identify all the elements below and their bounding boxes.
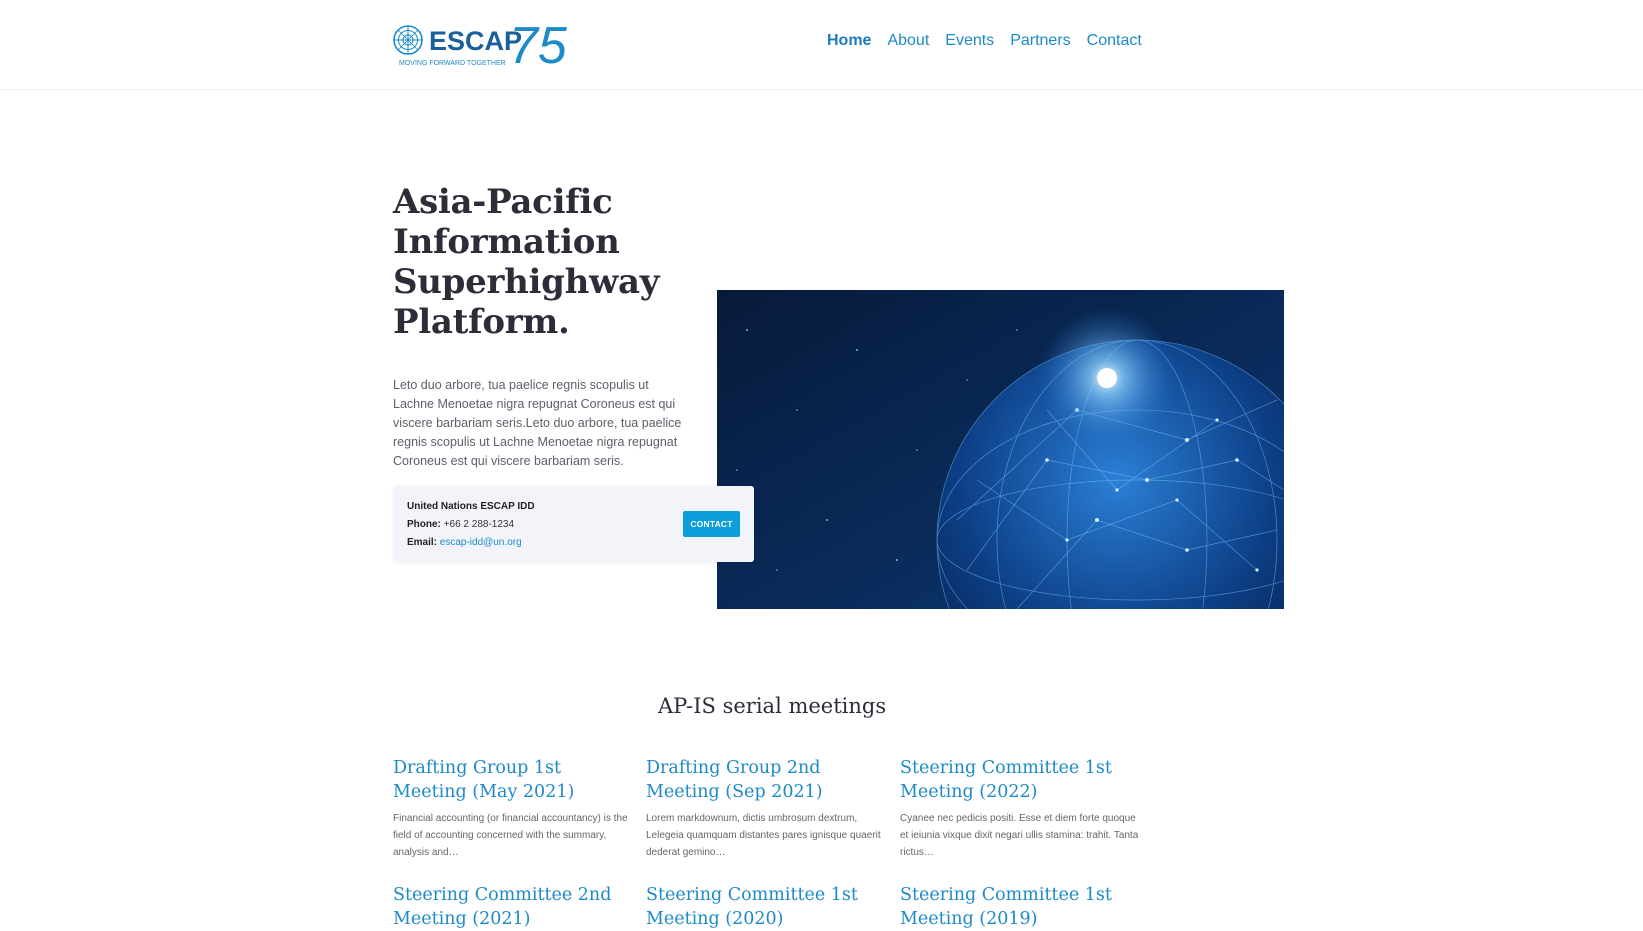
hero-description: Leto duo arbore, tua paelice regnis scop… — [393, 378, 682, 468]
contact-details: United Nations ESCAP IDD Phone: +66 2 28… — [407, 498, 535, 552]
contact-button[interactable]: CONTACT — [683, 511, 740, 537]
nav-contact[interactable]: Contact — [1087, 32, 1142, 50]
hero-title: Asia-Pacific Information Superhighway Pl… — [393, 182, 660, 342]
svg-text:MOVING FORWARD TOGETHER: MOVING FORWARD TOGETHER — [399, 60, 506, 67]
globe-network-image — [717, 290, 1284, 609]
escap-logo[interactable]: ESCAP 75 MOVING FORWARD TOGETHER — [393, 16, 568, 75]
meeting-title-link[interactable]: Steering Committee 1st Meeting (2020) — [646, 883, 886, 931]
meeting-title-link[interactable]: Steering Committee 1st Meeting (2022) — [900, 756, 1140, 804]
email-link[interactable]: escap-idd@un.org — [440, 537, 522, 548]
meetings-section-title: AP-IS serial meetings — [658, 694, 887, 718]
svg-text:75: 75 — [509, 17, 568, 70]
nav-about[interactable]: About — [887, 32, 929, 50]
nav-partners[interactable]: Partners — [1010, 32, 1070, 50]
main-nav: Home About Events Partners Contact — [827, 32, 1158, 50]
meeting-title-link[interactable]: Steering Committee 1st Meeting (2019) — [900, 883, 1140, 931]
meeting-title-link[interactable]: Drafting Group 2nd Meeting (Sep 2021) — [646, 756, 886, 804]
meeting-excerpt: Financial accounting (or financial accou… — [393, 813, 628, 858]
nav-events[interactable]: Events — [945, 32, 994, 50]
meeting-excerpt: Lorem markdownum, dictis umbrosum dextru… — [646, 813, 881, 858]
meeting-title-link[interactable]: Steering Committee 2nd Meeting (2021) — [393, 883, 633, 931]
site-header: ESCAP 75 MOVING FORWARD TOGETHER Home Ab… — [0, 0, 1643, 90]
un-emblem-icon: ESCAP 75 MOVING FORWARD TOGETHER — [393, 17, 568, 75]
email-label: Email: — [407, 537, 438, 548]
phone-number: +66 2 288-1234 — [443, 519, 515, 530]
meeting-card: Drafting Group 2nd Meeting (Sep 2021) Lo… — [646, 756, 886, 861]
meeting-excerpt: Cyanee nec pedicis positi. Esse et diem … — [900, 813, 1139, 858]
meeting-card: Steering Committee 1st Meeting (2019) — [900, 883, 1140, 931]
meeting-card: Steering Committee 2nd Meeting (2021) — [393, 883, 633, 931]
meeting-card: Steering Committee 1st Meeting (2022) Cy… — [900, 756, 1140, 861]
nav-home[interactable]: Home — [827, 32, 871, 50]
meeting-card: Steering Committee 1st Meeting (2020) — [646, 883, 886, 931]
meeting-card: Drafting Group 1st Meeting (May 2021) Fi… — [393, 756, 633, 861]
contact-card: United Nations ESCAP IDD Phone: +66 2 28… — [393, 486, 754, 562]
meeting-title-link[interactable]: Drafting Group 1st Meeting (May 2021) — [393, 756, 633, 804]
phone-label: Phone: — [407, 519, 441, 530]
contact-org: United Nations ESCAP IDD — [407, 501, 535, 512]
